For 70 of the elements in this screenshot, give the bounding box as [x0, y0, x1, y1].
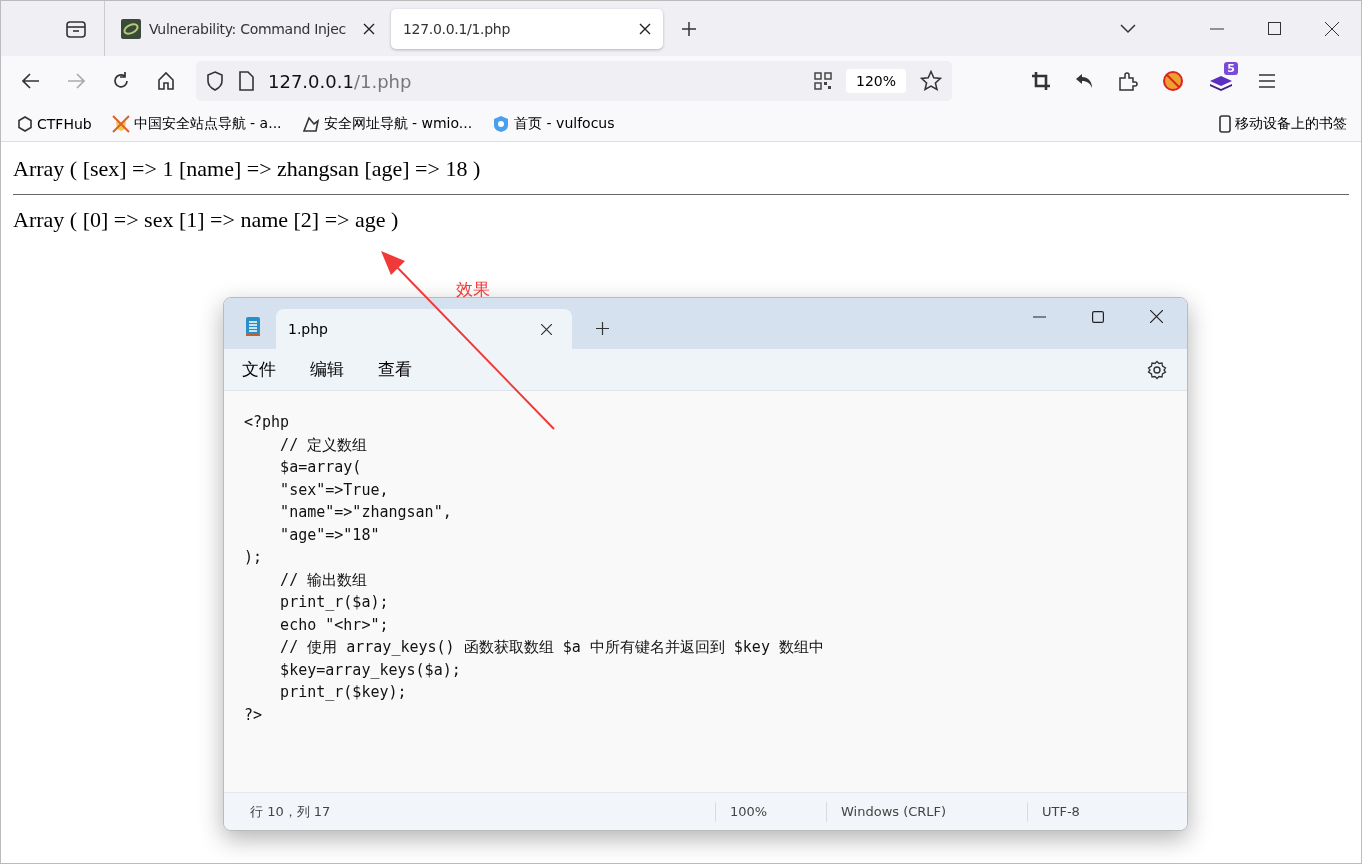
zoom-level[interactable]: 120% [845, 69, 906, 93]
new-tab-icon[interactable] [681, 20, 697, 37]
tab-title: 127.0.0.1/1.php [403, 20, 511, 37]
tab-title: 1.php [288, 321, 328, 337]
home-icon[interactable] [156, 71, 176, 91]
code-line: $a=array( [279, 457, 363, 478]
status-item: 行 10，列 17 [249, 802, 332, 821]
browser-tab[interactable]: 127.0.0.1/1.php [391, 8, 663, 49]
chevron-down-icon[interactable] [1120, 23, 1136, 34]
hexagon-icon [17, 115, 33, 132]
reload-icon[interactable] [111, 71, 131, 91]
menu-item[interactable]: 查看 [378, 358, 412, 381]
output-text: Array ( [sex] => 1 [name] => zhangsan [age] => 18 ) [13, 155, 482, 183]
bookmark[interactable]: CTFHub [17, 115, 92, 132]
code-line: $key=array_keys($a); [279, 659, 462, 681]
site-icon [121, 18, 141, 39]
url-path: /1.php [353, 70, 412, 92]
bookmark[interactable]: 首页 - vulfocus [492, 114, 615, 133]
code-line: // 输出数组 [279, 569, 369, 591]
badge: 5 [1224, 62, 1238, 75]
settings-icon[interactable] [1147, 359, 1167, 380]
file-tab[interactable]: 1.php [276, 309, 572, 349]
notepad-icon [244, 315, 262, 337]
code-line: // 使用 array_keys() 函数获取数组 $a 中所有键名并返回到 $key 数组中 [279, 637, 825, 658]
code-line: print_r($key); [279, 682, 408, 703]
phone-icon [1219, 114, 1231, 133]
annotation-label: 效果 [456, 278, 490, 301]
maximize-icon[interactable] [1268, 22, 1281, 35]
shield-icon[interactable] [206, 71, 224, 91]
menu-icon[interactable] [1258, 74, 1276, 88]
undo-arrow-icon[interactable] [1074, 72, 1094, 90]
new-tab-icon[interactable] [596, 322, 609, 335]
qr-code-icon[interactable] [813, 72, 832, 90]
bookmark-label: 首页 - vulfocus [514, 114, 615, 133]
close-icon[interactable] [1325, 21, 1339, 36]
puzzle-icon[interactable] [1118, 71, 1138, 91]
tab-title: Vulnerability: Command Injec [149, 20, 347, 37]
star-icon[interactable] [920, 70, 942, 92]
maximize-icon[interactable] [1092, 310, 1104, 323]
minimize-icon[interactable] [1210, 27, 1224, 30]
close-icon[interactable] [1150, 310, 1163, 323]
code-line: "name"=>"zhangsan", [279, 502, 453, 523]
tab-list-icon[interactable] [64, 18, 87, 39]
close-icon[interactable] [541, 323, 552, 335]
code-line: // 定义数组 [279, 434, 369, 456]
code-line: "sex"=>True, [279, 479, 390, 501]
code-line: ); [244, 547, 264, 568]
status-item: Windows (CRLF) [826, 801, 1027, 822]
address-bar[interactable]: 127.0.0.1/1.php 120% [196, 61, 952, 101]
browser-tab[interactable]: Vulnerability: Command Injec [109, 8, 387, 49]
menu-item[interactable]: 文件 [242, 358, 276, 381]
bookmark-label: CTFHub [37, 115, 92, 132]
code-line: echo "<hr>"; [279, 614, 390, 636]
minimize-icon[interactable] [1033, 315, 1046, 318]
blocked-icon[interactable] [1162, 70, 1184, 92]
status-item: 100% [715, 801, 826, 822]
menu-item[interactable]: 编辑 [310, 358, 344, 381]
close-icon[interactable] [363, 22, 375, 35]
code-line: <?php [244, 412, 291, 433]
crop-icon[interactable] [1032, 72, 1050, 90]
output-text: Array ( [0] => sex [1] => name [2] => age ) [13, 206, 400, 234]
url-host: 127.0.0.1 [268, 70, 354, 92]
code-line: "age"=>"18" [279, 524, 381, 546]
crossed-swords-icon [111, 114, 130, 133]
status-item: UTF-8 [1027, 801, 1094, 822]
back-icon[interactable] [21, 71, 41, 91]
close-icon[interactable] [639, 22, 651, 35]
code-line: print_r($a); [279, 592, 390, 613]
code-line: ?> [244, 704, 264, 726]
page-icon [238, 71, 254, 91]
